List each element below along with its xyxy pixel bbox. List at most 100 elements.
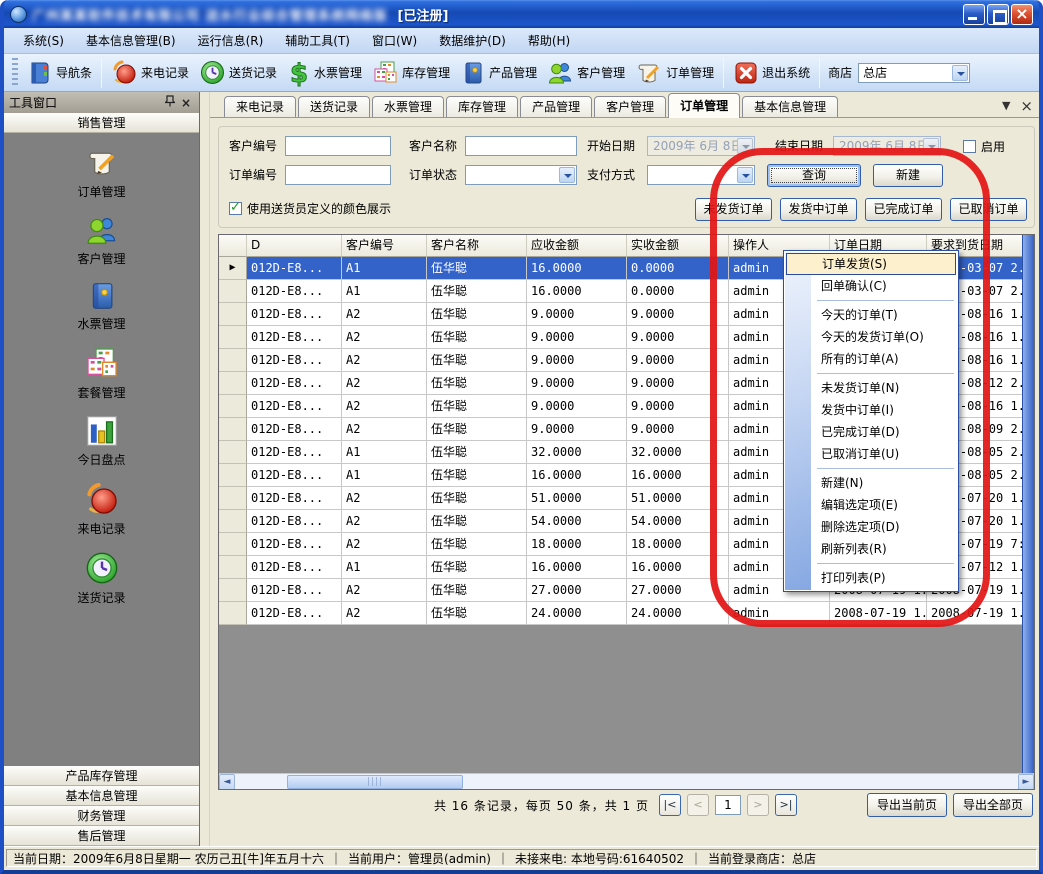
menu-item-receipt-confirm[interactable]: 回单确认(C)	[785, 275, 957, 297]
tab-basic-info[interactable]: 基本信息管理	[742, 96, 838, 117]
menu-item-ship-order[interactable]: 订单发货(S)	[786, 253, 956, 275]
export-all-pages-button[interactable]: 导出全部页	[953, 793, 1033, 817]
scrollbar-thumb[interactable]	[287, 775, 463, 789]
sidebar-group-product-inventory[interactable]: 产品库存管理	[4, 766, 199, 786]
row-selector-cell[interactable]	[219, 556, 247, 579]
row-selector-cell[interactable]	[219, 372, 247, 395]
menu-run-info[interactable]: 运行信息(R)	[187, 29, 275, 52]
close-button[interactable]	[1011, 4, 1033, 25]
exit-button[interactable]: 退出系统	[728, 58, 815, 88]
menu-system[interactable]: 系统(S)	[12, 29, 75, 52]
page-number-input[interactable]: 1	[715, 795, 741, 815]
sidebar-group-finance[interactable]: 财务管理	[4, 806, 199, 826]
menu-item-delete-selected[interactable]: 删除选定项(D)	[785, 516, 957, 538]
tab-call-log[interactable]: 来电记录	[224, 96, 296, 117]
shipping-orders-button[interactable]: 发货中订单	[780, 198, 857, 221]
menu-item-edit-selected[interactable]: 编辑选定项(E)	[785, 494, 957, 516]
start-date-picker[interactable]: 2009年 6月 8日	[647, 136, 755, 156]
row-selector-cell[interactable]	[219, 441, 247, 464]
query-button[interactable]: 查询	[767, 164, 861, 187]
menu-item-all-orders[interactable]: 所有的订单(A)	[785, 348, 957, 370]
menu-item-completed[interactable]: 已完成订单(D)	[785, 421, 957, 443]
scroll-right-icon[interactable]: ►	[1018, 774, 1034, 790]
customer-no-input[interactable]	[285, 136, 391, 156]
table-row[interactable]: 012D-E8... A2 伍华聪 24.0000 24.0000 admin …	[219, 602, 1034, 625]
row-selector-cell[interactable]	[219, 464, 247, 487]
row-selector-cell[interactable]	[219, 280, 247, 303]
row-selector-cell[interactable]: ▶	[219, 257, 247, 280]
tab-inventory[interactable]: 库存管理	[446, 96, 518, 117]
header-received[interactable]: 实收金额	[627, 235, 729, 257]
sidebar-item-combo[interactable]: 套餐管理	[4, 345, 199, 401]
sidebar-item-delivery-log[interactable]: 送货记录	[4, 550, 199, 606]
cancelled-orders-button[interactable]: 已取消订单	[950, 198, 1027, 221]
row-selector-cell[interactable]	[219, 303, 247, 326]
new-button[interactable]: 新建	[873, 164, 943, 187]
sidebar-item-ticket[interactable]: 水票管理	[4, 280, 199, 332]
customer-name-input[interactable]	[465, 136, 577, 156]
sidebar-item-call-log[interactable]: 来电记录	[4, 481, 199, 537]
sidebar-item-daily-check[interactable]: 今日盘点	[4, 414, 199, 468]
row-selector-cell[interactable]	[219, 579, 247, 602]
menu-item-refresh-list[interactable]: 刷新列表(R)	[785, 538, 957, 560]
header-customer-name[interactable]: 客户名称	[427, 235, 527, 257]
row-selector-cell[interactable]	[219, 326, 247, 349]
order-status-select[interactable]	[465, 165, 577, 185]
enable-date-checkbox[interactable]: 启用	[963, 136, 1005, 156]
end-date-picker[interactable]: 2009年 6月 8日	[833, 136, 941, 156]
row-selector-cell[interactable]	[219, 510, 247, 533]
sidebar-item-order[interactable]: 订单管理	[4, 146, 199, 200]
last-page-button[interactable]: >|	[775, 794, 797, 816]
pay-method-select[interactable]	[647, 165, 755, 185]
tab-list-dropdown-icon[interactable]: ▼	[1002, 99, 1010, 112]
menu-data-maintenance[interactable]: 数据维护(D)	[428, 29, 517, 52]
sidebar-group-basic-info[interactable]: 基本信息管理	[4, 786, 199, 806]
menu-item-today-orders[interactable]: 今天的订单(T)	[785, 304, 957, 326]
chevron-down-icon[interactable]	[559, 167, 575, 183]
completed-orders-button[interactable]: 已完成订单	[865, 198, 942, 221]
order-button[interactable]: 订单管理	[630, 57, 719, 89]
tab-product[interactable]: 产品管理	[520, 96, 592, 117]
tab-delivery-log[interactable]: 送货记录	[298, 96, 370, 117]
sidebar-splitter[interactable]	[200, 92, 210, 846]
menu-item-shipping[interactable]: 发货中订单(I)	[785, 399, 957, 421]
navbar-toggle-button[interactable]: 导航条	[22, 58, 97, 88]
customer-button[interactable]: 客户管理	[542, 57, 630, 88]
horizontal-scrollbar[interactable]: ◄ ►	[219, 773, 1034, 789]
row-selector-cell[interactable]	[219, 349, 247, 372]
tab-order[interactable]: 订单管理	[668, 93, 740, 118]
delivery-log-button[interactable]: 送货记录	[194, 57, 282, 88]
maximize-button[interactable]	[987, 4, 1009, 25]
inventory-button[interactable]: 库存管理	[367, 57, 455, 88]
vertical-scrollbar[interactable]	[1022, 235, 1034, 773]
menu-basic-info[interactable]: 基本信息管理(B)	[75, 29, 187, 52]
tab-close-icon[interactable]: ×	[1020, 101, 1033, 111]
export-current-page-button[interactable]: 导出当前页	[867, 793, 947, 817]
row-selector-cell[interactable]	[219, 487, 247, 510]
minimize-button[interactable]	[963, 4, 985, 25]
menu-item-cancelled[interactable]: 已取消订单(U)	[785, 443, 957, 465]
store-select[interactable]: 总店	[858, 63, 970, 83]
row-selector-cell[interactable]	[219, 533, 247, 556]
prev-page-button[interactable]: <	[687, 794, 709, 816]
order-no-input[interactable]	[285, 165, 391, 185]
menu-item-new[interactable]: 新建(N)	[785, 472, 957, 494]
checkbox-icon[interactable]	[963, 140, 976, 153]
water-ticket-button[interactable]: $ 水票管理	[282, 57, 367, 89]
menu-help[interactable]: 帮助(H)	[517, 29, 581, 52]
unshipped-orders-button[interactable]: 未发货订单	[695, 198, 772, 221]
sidebar-close-icon[interactable]: ×	[178, 96, 194, 110]
product-button[interactable]: 产品管理	[455, 58, 542, 88]
pin-icon[interactable]	[162, 95, 178, 110]
menu-item-unshipped[interactable]: 未发货订单(N)	[785, 377, 957, 399]
menu-item-print-list[interactable]: 打印列表(P)	[785, 567, 957, 589]
chevron-down-icon[interactable]	[737, 167, 753, 183]
tab-water-ticket[interactable]: 水票管理	[372, 96, 444, 117]
row-selector-cell[interactable]	[219, 395, 247, 418]
row-selector-cell[interactable]	[219, 602, 247, 625]
menu-tools[interactable]: 辅助工具(T)	[274, 29, 361, 52]
sidebar-group-aftersale[interactable]: 售后管理	[4, 826, 199, 846]
header-receivable[interactable]: 应收金额	[527, 235, 627, 257]
sidebar-group-sales[interactable]: 销售管理	[4, 113, 199, 133]
checkbox-check-icon[interactable]	[229, 202, 242, 215]
